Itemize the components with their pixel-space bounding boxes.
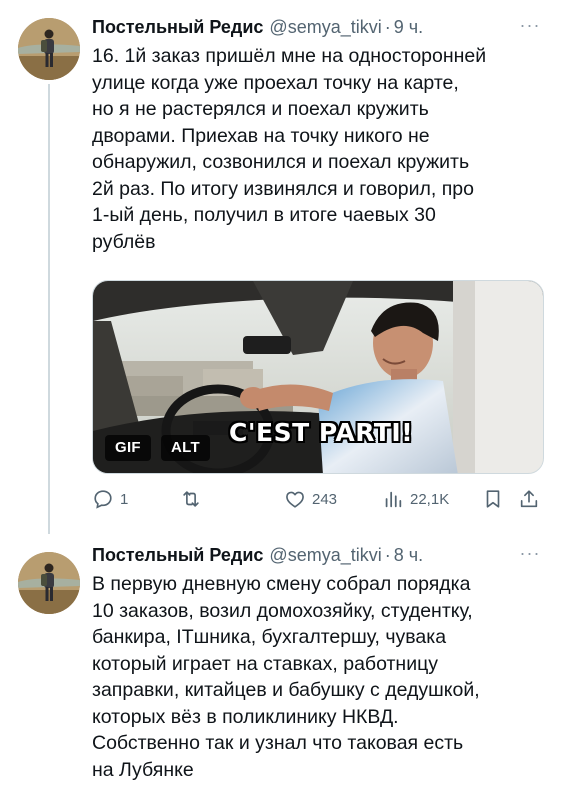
tweet[interactable]: Постельный Редис @semya_tikvi · 9 ч. ···… — [0, 0, 561, 534]
alt-badge[interactable]: ALT — [161, 435, 210, 461]
reply-button[interactable]: 1 — [92, 485, 128, 513]
views-count: 22,1K — [410, 490, 450, 508]
separator-dot: · — [384, 16, 391, 37]
separator-dot: · — [384, 544, 391, 565]
like-count: 243 — [312, 490, 338, 508]
tweet-time[interactable]: 8 ч. — [394, 545, 423, 566]
reply-icon — [94, 490, 112, 509]
tweet-text: 16. 1й заказ пришёл мне на односторонней… — [92, 45, 487, 253]
tweet-gif-media[interactable]: GIF ALT C'EST PARTI! — [92, 280, 544, 474]
views-chart-icon — [385, 491, 402, 508]
reply-count: 1 — [120, 490, 129, 508]
share-icon — [520, 490, 538, 508]
retweet-button[interactable] — [180, 485, 208, 513]
author-handle[interactable]: @semya_tikvi — [269, 17, 381, 38]
tweet-actions: 1 243 22,1K — [92, 485, 547, 513]
bookmark-icon — [486, 490, 500, 508]
avatar[interactable] — [18, 552, 80, 614]
tweet[interactable]: Постельный Редис @semya_tikvi · 8 ч. ···… — [0, 530, 561, 800]
more-options-icon[interactable]: ··· — [519, 16, 541, 40]
tweet-text: В первую дневную смену собрал порядка 10… — [92, 573, 480, 781]
tweet-time[interactable]: 9 ч. — [394, 17, 423, 38]
share-button[interactable] — [518, 485, 540, 513]
gif-badge[interactable]: GIF — [105, 435, 151, 461]
bookmark-button[interactable] — [482, 485, 504, 513]
retweet-icon — [183, 491, 199, 507]
tweet-header: Постельный Редис @semya_tikvi · 8 ч. — [92, 543, 423, 567]
avatar-person-icon — [18, 552, 80, 614]
thread-line — [48, 84, 50, 534]
tweet-header: Постельный Редис @semya_tikvi · 9 ч. — [92, 15, 423, 39]
author-name[interactable]: Постельный Редис — [92, 545, 263, 566]
avatar[interactable] — [18, 18, 80, 80]
heart-icon — [286, 491, 304, 508]
like-button[interactable]: 243 — [284, 485, 337, 513]
gif-caption: C'EST PARTI! — [229, 418, 414, 447]
views-button[interactable]: 22,1K — [382, 485, 449, 513]
author-handle[interactable]: @semya_tikvi — [269, 545, 381, 566]
more-options-icon[interactable]: ··· — [519, 544, 541, 568]
author-name[interactable]: Постельный Редис — [92, 17, 263, 38]
avatar-person-icon — [18, 18, 80, 80]
